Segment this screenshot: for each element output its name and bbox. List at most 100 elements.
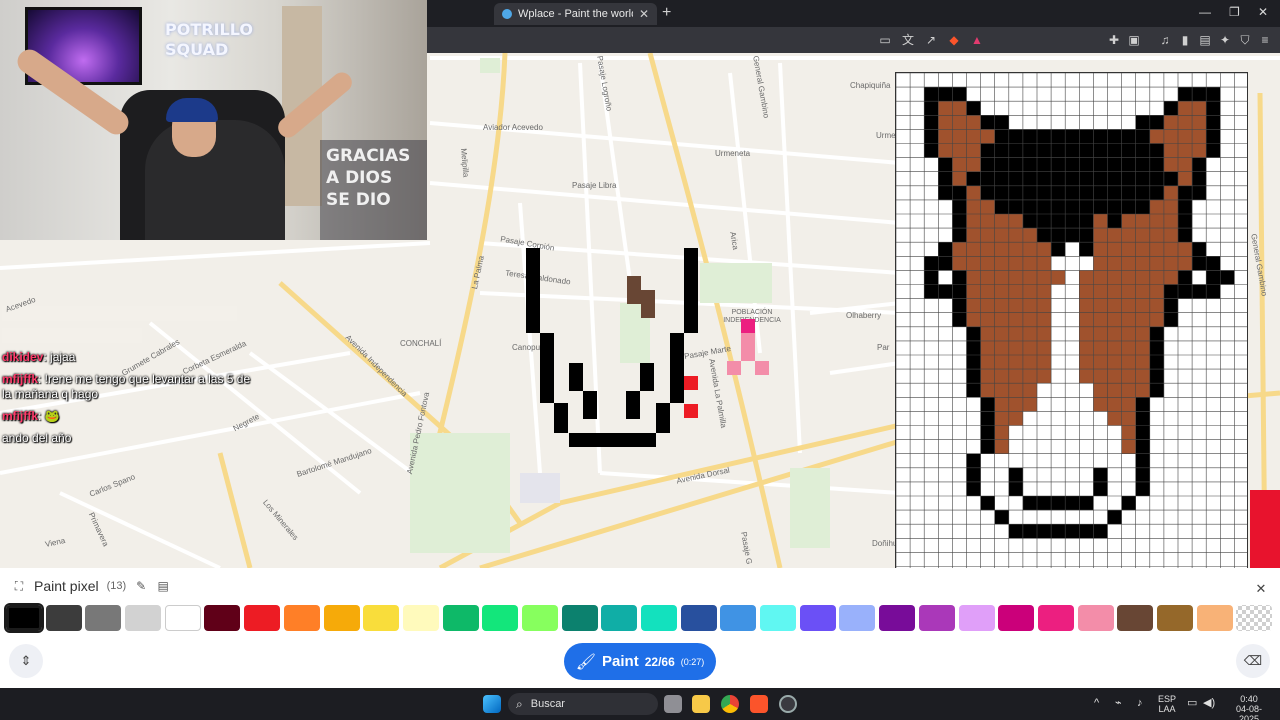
color-swatch[interactable] xyxy=(1196,605,1233,631)
save-icon[interactable]: ▤ xyxy=(156,579,170,593)
color-swatch[interactable] xyxy=(164,605,201,631)
brave-shield-icon[interactable]: ◆ xyxy=(947,33,961,47)
restore-icon[interactable]: ❐ xyxy=(1229,5,1240,19)
translate-icon[interactable]: 文 xyxy=(901,33,915,47)
close-panel-button[interactable]: ✕ xyxy=(1252,580,1270,598)
art-pixel xyxy=(1206,87,1221,102)
color-swatch[interactable] xyxy=(125,605,162,631)
screenshot-icon[interactable]: ▣ xyxy=(1127,33,1141,47)
art-pixel xyxy=(1135,298,1150,313)
tab-title: Wplace - Paint the world xyxy=(518,8,633,20)
stream-chat: dikidev: jajaa mfijffk: !rene me tengo q… xyxy=(2,306,262,453)
art-pixel xyxy=(1065,143,1080,158)
art-pixel xyxy=(952,199,967,214)
menu-icon[interactable]: ≡ xyxy=(1258,33,1272,47)
color-swatch[interactable] xyxy=(1077,605,1114,631)
art-pixel xyxy=(1121,355,1136,370)
new-tab-button[interactable]: + xyxy=(662,4,671,22)
art-pixel xyxy=(1079,228,1094,243)
task-view-icon[interactable] xyxy=(664,695,682,713)
art-pixel xyxy=(1135,340,1150,355)
chrome-icon[interactable] xyxy=(721,695,739,713)
color-swatch[interactable] xyxy=(601,605,638,631)
windows-start-icon[interactable] xyxy=(483,695,501,713)
art-pixel xyxy=(980,326,995,341)
neon-sign-sub: SQUAD xyxy=(165,40,229,59)
color-swatch[interactable] xyxy=(482,605,519,631)
file-explorer-icon[interactable] xyxy=(692,695,710,713)
art-pixel xyxy=(994,171,1009,186)
vpn-icon[interactable]: ⛉ xyxy=(1238,33,1252,47)
leo-icon[interactable]: ✦ xyxy=(1218,33,1232,47)
color-swatch[interactable] xyxy=(998,605,1035,631)
color-swatch[interactable] xyxy=(244,605,281,631)
art-pixel xyxy=(1037,298,1052,313)
color-swatch[interactable] xyxy=(1117,605,1154,631)
eraser-button[interactable]: ⌫ xyxy=(1236,644,1270,678)
color-swatch[interactable] xyxy=(918,605,955,631)
art-pixel xyxy=(1079,340,1094,355)
toggle-panel-button[interactable]: ⇕ xyxy=(9,644,43,678)
language-indicator[interactable]: ESP LAA xyxy=(1158,694,1176,714)
color-swatch[interactable] xyxy=(680,605,717,631)
extensions-icon[interactable]: ✚ xyxy=(1107,33,1121,47)
media-icon[interactable]: ♫ xyxy=(1158,33,1172,47)
cast-icon[interactable]: ▭ xyxy=(878,33,892,47)
art-pixel xyxy=(1051,185,1066,200)
color-swatch[interactable] xyxy=(1236,605,1273,631)
volume-icon[interactable]: ◀) xyxy=(1203,698,1215,709)
art-pixel xyxy=(1163,298,1178,313)
color-swatch[interactable] xyxy=(363,605,400,631)
color-swatch[interactable] xyxy=(283,605,320,631)
art-pixel xyxy=(1037,355,1052,370)
color-palette xyxy=(6,605,1273,631)
art-pixel xyxy=(994,340,1009,355)
color-swatch[interactable] xyxy=(641,605,677,631)
wallet-icon[interactable]: ▤ xyxy=(1198,33,1212,47)
art-pixel xyxy=(1037,242,1052,257)
art-pixel xyxy=(980,199,995,214)
color-swatch[interactable] xyxy=(799,605,836,631)
art-pixel xyxy=(1121,326,1136,341)
paint-button[interactable]: 🖌 Paint 22/66 (0:27) xyxy=(564,643,716,680)
rewards-icon[interactable]: ▲ xyxy=(970,33,984,47)
color-swatch[interactable] xyxy=(1156,605,1193,631)
color-swatch[interactable] xyxy=(442,605,479,631)
display-icon[interactable]: ▭ xyxy=(1187,698,1197,709)
mic-icon[interactable]: ♪ xyxy=(1137,698,1143,709)
color-swatch[interactable] xyxy=(958,605,995,631)
color-swatch[interactable] xyxy=(521,605,558,631)
art-pixel xyxy=(1093,171,1108,186)
art-pixel xyxy=(1135,199,1150,214)
expand-icon[interactable]: ⛶ xyxy=(12,579,26,593)
color-swatch[interactable] xyxy=(879,605,916,631)
browser-tab-wplace[interactable]: Wplace - Paint the world ✕ xyxy=(494,3,657,25)
art-pixel xyxy=(994,411,1009,426)
close-tab-icon[interactable]: ✕ xyxy=(639,7,649,21)
close-window-icon[interactable]: ✕ xyxy=(1258,5,1268,19)
color-swatch[interactable] xyxy=(720,605,757,631)
share-icon[interactable]: ↗ xyxy=(924,33,938,47)
color-swatch[interactable] xyxy=(6,605,42,631)
color-swatch[interactable] xyxy=(760,605,797,631)
color-swatch[interactable] xyxy=(323,605,360,631)
obs-icon[interactable] xyxy=(779,695,797,713)
color-swatch[interactable] xyxy=(561,605,598,631)
clock[interactable]: 0:40 04-08-2025 xyxy=(1226,694,1272,720)
taskbar-search[interactable]: ⌕ Buscar xyxy=(508,693,658,715)
color-swatch[interactable] xyxy=(839,605,876,631)
art-pixel xyxy=(1065,214,1080,229)
art-pixel xyxy=(994,397,1009,412)
network-icon[interactable]: ⌁ xyxy=(1115,698,1122,709)
color-swatch[interactable] xyxy=(45,605,82,631)
pencil-icon[interactable]: ✎ xyxy=(134,579,148,593)
color-swatch[interactable] xyxy=(85,605,122,631)
minimize-icon[interactable]: — xyxy=(1199,5,1211,19)
art-pixel xyxy=(980,143,995,158)
color-swatch[interactable] xyxy=(204,605,241,631)
color-swatch[interactable] xyxy=(1037,605,1074,631)
sidebar-icon[interactable]: ▮ xyxy=(1178,33,1192,47)
brave-icon[interactable] xyxy=(750,695,768,713)
tray-expand-icon[interactable]: ^ xyxy=(1094,698,1099,709)
color-swatch[interactable] xyxy=(402,605,439,631)
